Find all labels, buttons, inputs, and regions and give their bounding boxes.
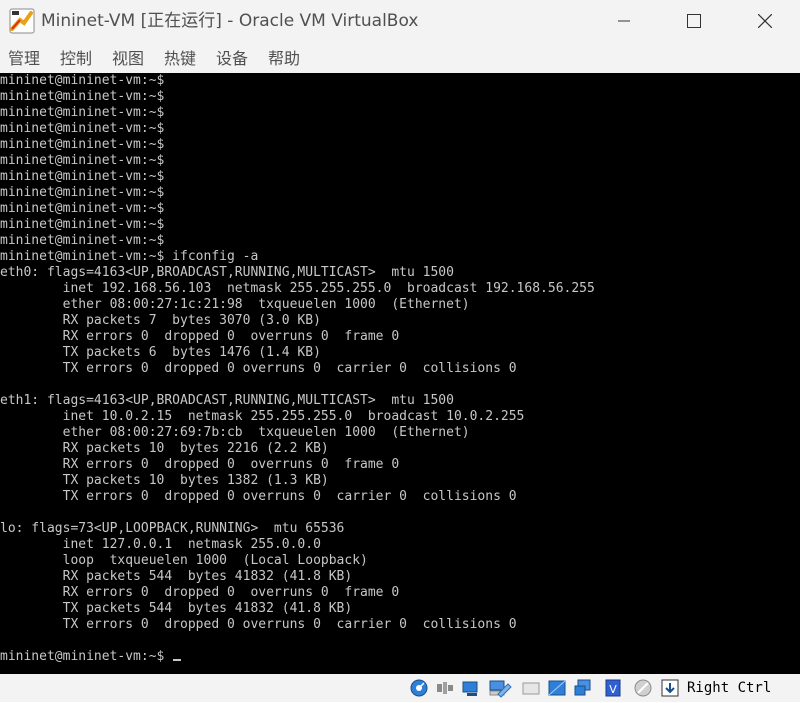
- console-line-text: mininet@mininet-vm:~$: [0, 185, 165, 200]
- console-line: mininet@mininet-vm:~$: [0, 649, 182, 665]
- console-line-text: mininet@mininet-vm:~$: [0, 89, 165, 104]
- usb-icon[interactable]: [494, 678, 514, 698]
- console-line-text: TX errors 0 dropped 0 overruns 0 carrier…: [0, 489, 517, 504]
- maximize-button[interactable]: [671, 0, 717, 42]
- console-line: TX errors 0 dropped 0 overruns 0 carrier…: [0, 489, 517, 505]
- console-line: TX packets 6 bytes 1476 (1.4 KB): [0, 345, 321, 361]
- console-line-text: inet 127.0.0.1 netmask 255.0.0.0: [0, 537, 321, 552]
- minimize-button[interactable]: [601, 0, 647, 42]
- console-line-text: TX packets 10 bytes 1382 (1.3 KB): [0, 473, 329, 488]
- menu-item-help[interactable]: 帮助: [268, 42, 300, 73]
- console-line-text: RX errors 0 dropped 0 overruns 0 frame 0: [0, 457, 400, 472]
- console-line: mininet@mininet-vm:~$: [0, 153, 164, 169]
- console-line: mininet@mininet-vm:~$: [0, 201, 164, 217]
- console-line-text: mininet@mininet-vm:~$: [0, 105, 165, 120]
- status-bar: V Right Ctrl: [0, 674, 800, 702]
- console-line: RX errors 0 dropped 0 overruns 0 frame 0: [0, 329, 400, 345]
- console-line-text: RX packets 10 bytes 2216 (2.2 KB): [0, 441, 329, 456]
- console-line: inet 127.0.0.1 netmask 255.0.0.0: [0, 537, 321, 553]
- shared-folder-icon[interactable]: [521, 678, 541, 698]
- display-icon[interactable]: [547, 678, 567, 698]
- console-line: TX errors 0 dropped 0 overruns 0 carrier…: [0, 361, 517, 377]
- hard-disk-icon[interactable]: [409, 678, 429, 698]
- window-title: Mininet-VM [正在运行] - Oracle VM VirtualBox: [41, 11, 419, 31]
- close-icon: [758, 14, 772, 28]
- title-bar: Mininet-VM [正在运行] - Oracle VM VirtualBox: [0, 0, 800, 42]
- vm-console-screen[interactable]: mininet@mininet-vm:~$ mininet@mininet-vm:…: [0, 73, 800, 674]
- menu-bar: 管理 控制 视图 热键 设备 帮助: [0, 42, 800, 73]
- console-line: loop txqueuelen 1000 (Local Loopback): [0, 553, 368, 569]
- audio-icon[interactable]: [461, 678, 481, 698]
- console-line-text: mininet@mininet-vm:~$: [0, 233, 165, 248]
- console-line: inet 10.0.2.15 netmask 255.255.255.0 bro…: [0, 409, 525, 425]
- console-line: RX packets 10 bytes 2216 (2.2 KB): [0, 441, 329, 457]
- console-line: RX errors 0 dropped 0 overruns 0 frame 0: [0, 585, 400, 601]
- console-line: RX packets 544 bytes 41832 (41.8 KB): [0, 569, 353, 585]
- console-line: RX errors 0 dropped 0 overruns 0 frame 0: [0, 457, 400, 473]
- console-line-text: RX packets 7 bytes 3070 (3.0 KB): [0, 313, 321, 328]
- mouse-integration-icon[interactable]: [633, 678, 653, 698]
- virtualbox-app-icon[interactable]: [9, 8, 35, 34]
- console-line-text: TX packets 6 bytes 1476 (1.4 KB): [0, 345, 321, 360]
- console-line: inet 192.168.56.103 netmask 255.255.255.…: [0, 281, 595, 297]
- console-line: mininet@mininet-vm:~$: [0, 121, 164, 137]
- host-key-label: Right Ctrl: [687, 680, 772, 696]
- console-line: mininet@mininet-vm:~$ ifconfig -a: [0, 249, 258, 265]
- console-line-text: ether 08:00:27:1c:21:98 txqueuelen 1000 …: [0, 297, 470, 312]
- optical-drive-icon[interactable]: [435, 678, 455, 698]
- console-line: mininet@mininet-vm:~$: [0, 185, 164, 201]
- cpu-virtualization-icon[interactable]: V: [603, 678, 623, 698]
- console-line-text: mininet@mininet-vm:~$: [0, 137, 165, 152]
- console-line-text: RX packets 544 bytes 41832 (41.8 KB): [0, 569, 353, 584]
- console-line: RX packets 7 bytes 3070 (3.0 KB): [0, 313, 321, 329]
- console-line: ether 08:00:27:1c:21:98 txqueuelen 1000 …: [0, 297, 470, 313]
- console-line-text: inet 192.168.56.103 netmask 255.255.255.…: [0, 281, 595, 296]
- console-line-text: mininet@mininet-vm:~$ ifconfig -a: [0, 249, 259, 264]
- console-line: mininet@mininet-vm:~$: [0, 217, 164, 233]
- console-line-text: RX errors 0 dropped 0 overruns 0 frame 0: [0, 329, 400, 344]
- console-line-text: TX errors 0 dropped 0 overruns 0 carrier…: [0, 617, 517, 632]
- console-line: mininet@mininet-vm:~$: [0, 105, 164, 121]
- console-line: mininet@mininet-vm:~$: [0, 169, 164, 185]
- console-line: eth1: flags=4163<UP,BROADCAST,RUNNING,MU…: [0, 393, 454, 409]
- menu-item-view[interactable]: 视图: [112, 42, 144, 73]
- console-line: mininet@mininet-vm:~$: [0, 137, 164, 153]
- keyboard-capture-icon[interactable]: [660, 678, 680, 698]
- menu-item-control[interactable]: 控制: [60, 42, 92, 73]
- console-line: TX packets 10 bytes 1382 (1.3 KB): [0, 473, 329, 489]
- console-line-text: TX errors 0 dropped 0 overruns 0 carrier…: [0, 361, 517, 376]
- console-line: mininet@mininet-vm:~$: [0, 233, 164, 249]
- minimize-icon: [618, 20, 630, 22]
- text-cursor: [173, 659, 182, 661]
- console-line-text: mininet@mininet-vm:~$: [0, 217, 165, 232]
- svg-text:V: V: [609, 683, 617, 696]
- maximize-icon: [687, 14, 701, 28]
- menu-item-manage[interactable]: 管理: [8, 42, 40, 73]
- console-line-text: mininet@mininet-vm:~$: [0, 153, 165, 168]
- console-line-text: mininet@mininet-vm:~$: [0, 201, 165, 216]
- console-line: mininet@mininet-vm:~$: [0, 73, 164, 89]
- console-line: TX errors 0 dropped 0 overruns 0 carrier…: [0, 617, 517, 633]
- console-line-text: mininet@mininet-vm:~$: [0, 169, 165, 184]
- console-line-text: mininet@mininet-vm:~$: [0, 73, 165, 88]
- console-line-text: eth1: flags=4163<UP,BROADCAST,RUNNING,MU…: [0, 393, 454, 408]
- console-line: eth0: flags=4163<UP,BROADCAST,RUNNING,MU…: [0, 265, 454, 281]
- video-capture-icon[interactable]: [573, 678, 593, 698]
- console-line-text: inet 10.0.2.15 netmask 255.255.255.0 bro…: [0, 409, 525, 424]
- console-line: TX packets 544 bytes 41832 (41.8 KB): [0, 601, 353, 617]
- console-line-text: RX errors 0 dropped 0 overruns 0 frame 0: [0, 585, 400, 600]
- console-line-text: mininet@mininet-vm:~$: [0, 121, 165, 136]
- console-line-text: TX packets 544 bytes 41832 (41.8 KB): [0, 601, 353, 616]
- console-line-text: mininet@mininet-vm:~$: [0, 649, 165, 664]
- console-line-text: loop txqueuelen 1000 (Local Loopback): [0, 553, 368, 568]
- console-line-text: eth0: flags=4163<UP,BROADCAST,RUNNING,MU…: [0, 265, 454, 280]
- console-line: mininet@mininet-vm:~$: [0, 89, 164, 105]
- console-line-text: lo: flags=73<UP,LOOPBACK,RUNNING> mtu 65…: [0, 521, 345, 536]
- console-line-text: ether 08:00:27:69:7b:cb txqueuelen 1000 …: [0, 425, 470, 440]
- console-line: lo: flags=73<UP,LOOPBACK,RUNNING> mtu 65…: [0, 521, 344, 537]
- menu-item-hotkeys[interactable]: 热键: [164, 42, 196, 73]
- menu-item-devices[interactable]: 设备: [216, 42, 248, 73]
- console-line: ether 08:00:27:69:7b:cb txqueuelen 1000 …: [0, 425, 470, 441]
- close-button[interactable]: [742, 0, 788, 42]
